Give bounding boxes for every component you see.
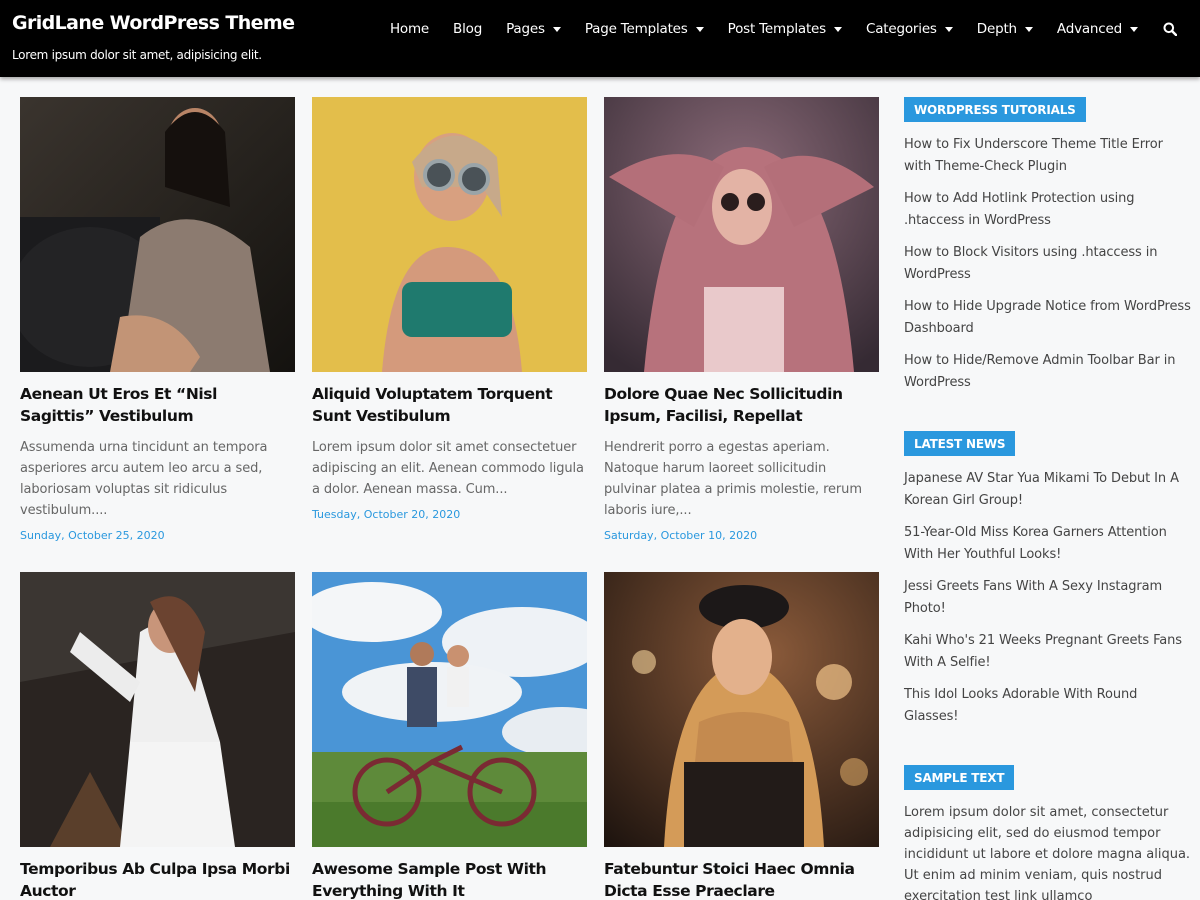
post-title[interactable]: Aliquid Voluptatem Torquent Sunt Vestibu… <box>312 383 587 427</box>
search-icon[interactable] <box>1162 21 1178 37</box>
widget-title: SAMPLE TEXT <box>904 765 1015 790</box>
post-title[interactable]: Dolore Quae Nec Sollicitudin Ipsum, Faci… <box>604 383 879 427</box>
nav-item-blog[interactable]: Blog <box>453 21 482 37</box>
post-thumbnail[interactable] <box>604 97 879 372</box>
list-item[interactable]: Kahi Who's 21 Weeks Pregnant Greets Fans… <box>904 630 1194 673</box>
sample-text-body: Lorem ipsum dolor sit amet, consectetur … <box>904 805 1191 900</box>
site-header: GridLane WordPress Theme Lorem ipsum dol… <box>0 0 1200 77</box>
post-card: Fatebuntur Stoici Haec Omnia Dicta Esse … <box>604 572 879 900</box>
post-excerpt: Lorem ipsum dolor sit amet consectetuer … <box>312 440 584 497</box>
post-card: Aenean Ut Eros Et “Nisl Sagittis” Vestib… <box>20 97 295 542</box>
chevron-down-icon <box>944 26 953 32</box>
chevron-down-icon <box>1130 26 1138 32</box>
post-date[interactable]: Tuesday, October 20, 2020 <box>312 508 587 521</box>
sidebar: WORDPRESS TUTORIALS How to Fix Underscor… <box>904 97 1194 900</box>
list-item[interactable]: How to Block Visitors using .htaccess in… <box>904 242 1194 285</box>
post-thumbnail[interactable] <box>20 572 295 847</box>
post-thumbnail[interactable] <box>604 572 879 847</box>
widget-wordpress-tutorials: WORDPRESS TUTORIALS How to Fix Underscor… <box>904 97 1194 393</box>
post-card: Temporibus Ab Culpa Ipsa Morbi Auctor <box>20 572 295 900</box>
nav-item-page-templates[interactable]: Page Templates <box>585 21 704 37</box>
chevron-down-icon <box>1024 26 1033 32</box>
site-title[interactable]: GridLane WordPress Theme <box>12 12 295 34</box>
main-navigation: Home Blog Pages Page Templates Post Temp… <box>366 18 1178 40</box>
post-date[interactable]: Saturday, October 10, 2020 <box>604 529 879 542</box>
post-title[interactable]: Fatebuntur Stoici Haec Omnia Dicta Esse … <box>604 858 879 900</box>
post-card: Aliquid Voluptatem Torquent Sunt Vestibu… <box>312 97 587 521</box>
widget-title: LATEST NEWS <box>904 431 1016 456</box>
post-card: Dolore Quae Nec Sollicitudin Ipsum, Faci… <box>604 97 879 542</box>
nav-item-post-templates[interactable]: Post Templates <box>728 21 842 37</box>
widget-sample-text: SAMPLE TEXT Lorem ipsum dolor sit amet, … <box>904 765 1194 900</box>
post-card: Awesome Sample Post With Everything With… <box>312 572 587 900</box>
nav-item-advanced[interactable]: Advanced <box>1057 21 1138 37</box>
nav-item-depth[interactable]: Depth <box>977 21 1033 37</box>
nav-item-home[interactable]: Home <box>390 21 429 37</box>
list-item[interactable]: 51-Year-Old Miss Korea Garners Attention… <box>904 522 1194 565</box>
post-excerpt: Hendrerit porro a egestas aperiam. Natoq… <box>604 440 862 518</box>
widget-latest-news: LATEST NEWS Japanese AV Star Yua Mikami … <box>904 431 1194 727</box>
post-title[interactable]: Awesome Sample Post With Everything With… <box>312 858 587 900</box>
nav-item-categories[interactable]: Categories <box>866 21 953 37</box>
list-item[interactable]: How to Hide/Remove Admin Toolbar Bar in … <box>904 350 1194 393</box>
post-title[interactable]: Aenean Ut Eros Et “Nisl Sagittis” Vestib… <box>20 383 295 427</box>
nav-item-pages[interactable]: Pages <box>506 21 561 37</box>
post-thumbnail[interactable] <box>312 572 587 847</box>
list-item[interactable]: How to Add Hotlink Protection using .hta… <box>904 188 1194 231</box>
list-item[interactable]: This Idol Looks Adorable With Round Glas… <box>904 684 1194 727</box>
list-item[interactable]: How to Fix Underscore Theme Title Error … <box>904 134 1194 177</box>
widget-title: WORDPRESS TUTORIALS <box>904 97 1086 122</box>
chevron-down-icon <box>552 26 561 32</box>
post-thumbnail[interactable] <box>312 97 587 372</box>
post-excerpt: Assumenda urna tincidunt an tempora aspe… <box>20 440 268 518</box>
chevron-down-icon <box>695 26 704 32</box>
post-thumbnail[interactable] <box>20 97 295 372</box>
post-title[interactable]: Temporibus Ab Culpa Ipsa Morbi Auctor <box>20 858 295 900</box>
list-item[interactable]: Japanese AV Star Yua Mikami To Debut In … <box>904 468 1194 511</box>
chevron-down-icon <box>834 26 842 32</box>
list-item[interactable]: How to Hide Upgrade Notice from WordPres… <box>904 296 1194 339</box>
site-description: Lorem ipsum dolor sit amet, adipisicing … <box>12 48 262 62</box>
post-date[interactable]: Sunday, October 25, 2020 <box>20 529 295 542</box>
list-item[interactable]: Jessi Greets Fans With A Sexy Instagram … <box>904 576 1194 619</box>
